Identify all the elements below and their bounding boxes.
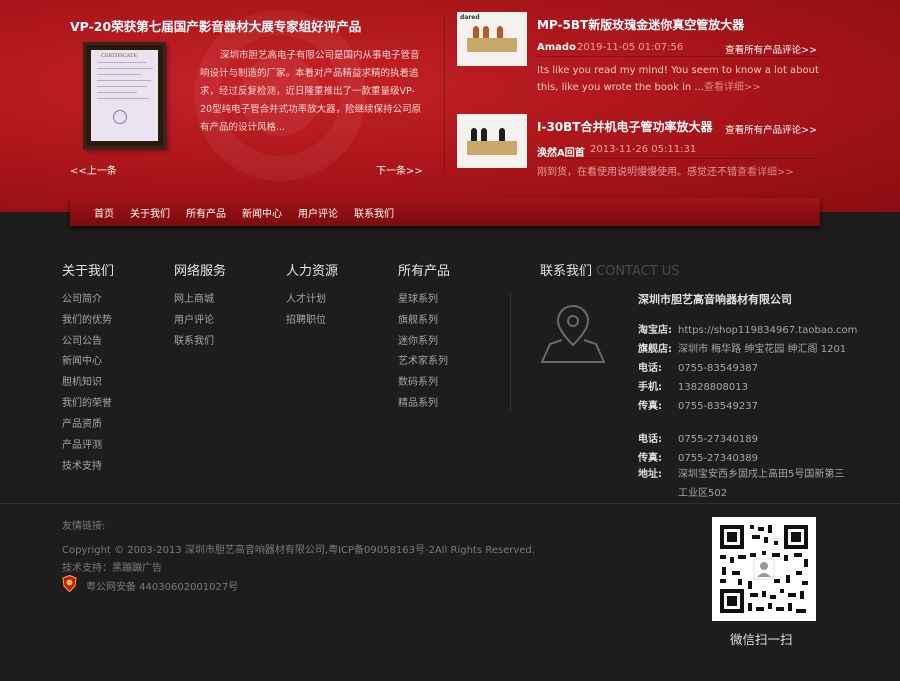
news-summary: 深圳市胆艺高电子有限公司是国内从事电子管音响设计与制造的厂家。本着对产品精益求精… [200, 50, 422, 133]
footer-link[interactable]: 迷你系列 [398, 332, 438, 347]
review-product-title[interactable]: MP-5BT新版玫瑰金迷你真空管放大器 [537, 16, 744, 33]
police-record[interactable]: 粤公网安备 44030602001027号 [86, 578, 238, 593]
review-text: 刚到货，在看使用说明慢慢使用。感觉还不错查看详细>> [537, 167, 794, 178]
company-name: 深圳市胆艺高音响器材有限公司 [638, 293, 792, 306]
footer-link[interactable]: 我们的优势 [62, 311, 112, 326]
footer-link[interactable]: 人才计划 [286, 290, 326, 305]
main-nav: 首页 关于我们 所有产品 新闻中心 用户评论 联系我们 [70, 198, 820, 226]
review-text: Its like you read my mind! You seem to k… [537, 65, 819, 93]
contact-row: 传真: 0755-83549237 [638, 401, 758, 412]
next-news-link[interactable]: 下一条>> [376, 162, 423, 177]
footer-link[interactable]: 网上商城 [174, 290, 214, 305]
nav-home[interactable]: 首页 [94, 205, 114, 220]
review-item: dared MP-5BT新版玫瑰金迷你真空管放大器 Amado 2019-11-… [457, 12, 822, 102]
review-user: Amado [537, 42, 576, 53]
contact-row: 电话: 0755-83549387 [638, 363, 758, 374]
contact-row: 手机: 13828808013 [638, 382, 748, 393]
product-thumbnail[interactable] [457, 114, 527, 168]
footer-link[interactable]: 产品资质 [62, 415, 102, 430]
prev-news-link[interactable]: <<上一条 [70, 162, 117, 177]
qr-caption: 微信扫一扫 [730, 632, 793, 647]
location-pin-icon [540, 304, 606, 363]
review-more-link[interactable]: 查看详细>> [704, 82, 761, 93]
review-user: 涣然A回首 [537, 148, 585, 159]
nav-about[interactable]: 关于我们 [130, 205, 170, 220]
footer-link[interactable]: 艺术家系列 [398, 352, 448, 367]
copyright: Copyright © 2003-2013 深圳市胆艺高音响器材有限公司,粤IC… [62, 545, 535, 556]
footer-link[interactable]: 新闻中心 [62, 352, 102, 367]
footer-link[interactable]: 我们的荣誉 [62, 394, 112, 409]
contact-row: 传真: 0755-27340389 [638, 453, 758, 464]
footer-link[interactable]: 旗舰系列 [398, 311, 438, 326]
news-title[interactable]: VP-20荣获第七届国产影音器材大展专家组好评产品 [70, 16, 361, 35]
divider [444, 14, 445, 174]
review-time: 2019-11-05 01:07:56 [577, 42, 684, 53]
footer-link[interactable]: 产品评测 [62, 436, 102, 451]
featured-band: VP-20荣获第七届国产影音器材大展专家组好评产品 CERTIFICATE 深圳… [0, 0, 900, 212]
contact-en-label: CONTACT US [596, 264, 680, 279]
product-thumbnail[interactable]: dared [457, 12, 527, 66]
footer-link[interactable]: 用户评论 [174, 311, 214, 326]
friend-links-label: 友情链接: [62, 521, 106, 532]
divider [510, 292, 511, 412]
review-product-title[interactable]: I-30BT合并机电子管功率放大器 [537, 118, 712, 135]
footer-contact-heading: 联系我们 CONTACT US [540, 264, 680, 279]
review-time: 2013-11-26 05:11:31 [590, 144, 697, 155]
footer-products-heading: 所有产品 [398, 264, 451, 279]
footer-link[interactable]: 公司公告 [62, 332, 102, 347]
footer-link[interactable]: 技术支持 [62, 457, 102, 472]
footer-link[interactable]: 公司简介 [62, 290, 102, 305]
nav-reviews[interactable]: 用户评论 [298, 205, 338, 220]
view-all-reviews-link[interactable]: 查看所有产品评论>> [725, 122, 817, 136]
footer-link[interactable]: 数码系列 [398, 373, 438, 388]
nav-news[interactable]: 新闻中心 [242, 205, 282, 220]
footer-about-heading: 关于我们 [62, 264, 115, 279]
nav-products[interactable]: 所有产品 [186, 205, 226, 220]
contact-row: 旗舰店: 深圳市 梅华路 绅宝花园 绅汇阁 1201 [638, 344, 847, 355]
footer-link[interactable]: 胆机知识 [62, 373, 102, 388]
divider [0, 503, 900, 504]
footer-network-heading: 网络服务 [174, 264, 227, 279]
footer-hr-heading: 人力资源 [286, 264, 339, 279]
footer-link[interactable]: 精品系列 [398, 394, 438, 409]
tech-support[interactable]: 技术支持：黑蹦蹦广告 [62, 559, 162, 574]
contact-address: 地址: 深圳宝安西乡固戍上高田5号国新第三工业区502 [638, 469, 845, 499]
review-more-link[interactable]: 查看详细>> [737, 167, 794, 178]
nav-contact[interactable]: 联系我们 [354, 205, 394, 220]
footer-link[interactable]: 联系我们 [174, 332, 214, 347]
footer-link[interactable]: 招聘职位 [286, 311, 326, 326]
wechat-qr-code[interactable] [712, 517, 816, 621]
contact-row: 淘宝店: https://shop119834967.taobao.com [638, 325, 858, 336]
police-badge-icon [62, 575, 77, 592]
contact-row: 电话: 0755-27340189 [638, 434, 758, 445]
footer-link[interactable]: 星球系列 [398, 290, 438, 305]
review-item: I-30BT合并机电子管功率放大器 查看所有产品评论>> 涣然A回首 2013-… [457, 114, 822, 204]
view-all-reviews-link[interactable]: 查看所有产品评论>> [725, 42, 817, 56]
taobao-link[interactable]: https://shop119834967.taobao.com [678, 325, 857, 336]
certificate-image[interactable]: CERTIFICATE [83, 42, 166, 149]
